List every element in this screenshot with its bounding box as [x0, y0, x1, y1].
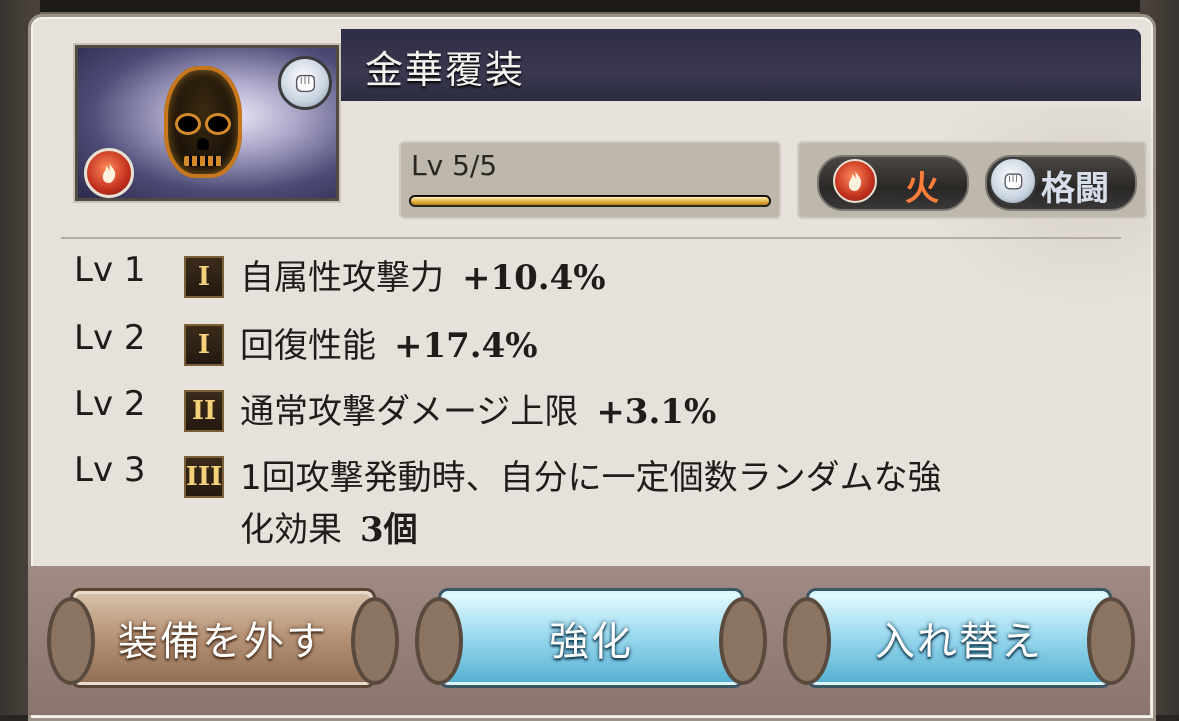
- swap-button-label: 入れ替え: [875, 619, 1043, 665]
- skill-value: +10.4%: [462, 258, 606, 298]
- swap-button[interactable]: 入れ替え: [783, 588, 1135, 688]
- skill-value: +3.1%: [596, 392, 717, 432]
- skill-tier-icon: I: [184, 256, 224, 298]
- weapon-type-label: 格闘: [1041, 169, 1109, 209]
- unequip-button[interactable]: 装備を外す: [47, 588, 399, 688]
- level-text: Lv 5/5: [411, 149, 498, 182]
- skill-name-line2: 化効果 3個: [240, 502, 418, 551]
- fist-icon: [989, 157, 1037, 205]
- level-progress-fill: [411, 197, 769, 205]
- fire-orb-icon: [833, 159, 877, 203]
- skill-name-text: 自属性攻撃力: [240, 258, 444, 298]
- fist-icon: [278, 56, 332, 110]
- fire-orb-icon: [84, 148, 134, 198]
- level-box: Lv 5/5: [399, 141, 781, 219]
- skill-name: 1回攻撃発動時、自分に一定個数ランダムな強: [240, 458, 942, 498]
- unequip-button-label: 装備を外す: [118, 619, 328, 665]
- fist-glyph-icon: [295, 74, 316, 93]
- skill-level: Lv 3: [74, 450, 146, 490]
- skill-name-text: 回復性能: [240, 326, 376, 366]
- mask-image: [164, 66, 242, 178]
- fist-glyph-icon: [1004, 173, 1023, 190]
- top-strip: [40, 0, 1140, 14]
- element-tag: 火: [817, 155, 969, 211]
- skill-level: Lv 1: [74, 250, 146, 290]
- skill-name-text: 通常攻撃ダメージ上限: [240, 392, 579, 432]
- skill-value: 3個: [360, 510, 418, 550]
- mask-nose: [197, 138, 209, 150]
- skill-level: Lv 2: [74, 384, 146, 424]
- skill-value: +17.4%: [394, 326, 538, 366]
- skill-tier-icon: I: [184, 324, 224, 366]
- element-label: 火: [905, 169, 939, 209]
- item-name: 金華覆装: [365, 48, 526, 92]
- flame-icon: [102, 163, 116, 183]
- tags-box: 火 格闘: [797, 141, 1147, 219]
- skill-name: 回復性能 +17.4%: [240, 318, 538, 367]
- mask-eye-left: [178, 116, 198, 132]
- weapon-type-tag: 格闘: [985, 155, 1137, 211]
- item-thumbnail[interactable]: [73, 43, 341, 203]
- mask-eye-right: [208, 116, 228, 132]
- divider: [61, 237, 1121, 239]
- skill-tier-icon: II: [184, 390, 224, 432]
- skill-name: 通常攻撃ダメージ上限 +3.1%: [240, 384, 716, 433]
- skill-tier-icon: III: [184, 456, 224, 498]
- skill-name-text: 化効果: [240, 510, 342, 550]
- enhance-button-label: 強化: [549, 619, 633, 665]
- flame-icon: [848, 171, 862, 191]
- skill-name: 自属性攻撃力 +10.4%: [240, 250, 606, 299]
- enhance-button[interactable]: 強化: [415, 588, 767, 688]
- skill-level: Lv 2: [74, 318, 146, 358]
- mask-teeth: [184, 156, 222, 166]
- level-progress-bar: [409, 195, 771, 207]
